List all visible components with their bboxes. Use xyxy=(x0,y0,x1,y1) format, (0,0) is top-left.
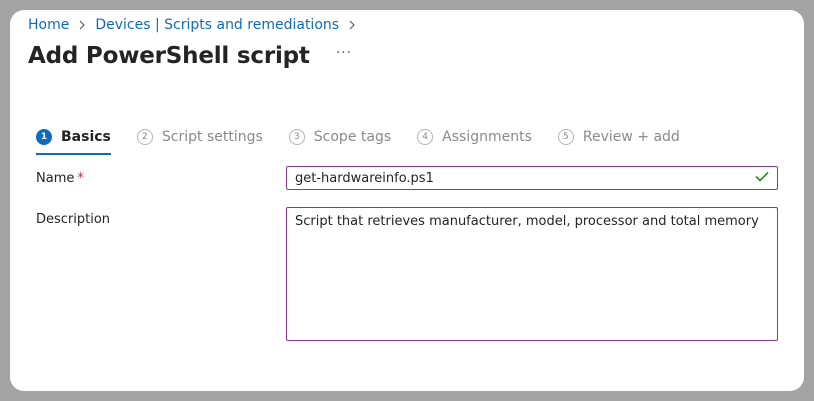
step-number: 4 xyxy=(417,129,434,145)
step-label: Script settings xyxy=(161,129,263,145)
chevron-right-icon xyxy=(78,20,86,30)
title-row: Add PowerShell script ··· xyxy=(28,43,352,69)
step-assignments[interactable]: 4 Assignments xyxy=(417,126,532,148)
required-marker: * xyxy=(77,171,84,186)
step-number: 5 xyxy=(557,129,574,145)
description-textarea[interactable]: Script that retrieves manufacturer, mode… xyxy=(286,207,778,341)
chevron-right-icon xyxy=(348,20,356,30)
blade-card: Home Devices | Scripts and remediations … xyxy=(10,10,804,391)
checkmark-icon xyxy=(755,171,769,186)
name-label: Name * xyxy=(36,171,84,186)
breadcrumb-home-link[interactable]: Home xyxy=(28,17,69,33)
description-label: Description xyxy=(36,212,111,227)
wizard-steps: 1 Basics 2 Script settings 3 Scope tags … xyxy=(36,126,706,155)
breadcrumb: Home Devices | Scripts and remediations xyxy=(28,17,365,33)
step-number: 2 xyxy=(136,129,153,145)
step-basics[interactable]: 1 Basics xyxy=(36,126,111,155)
page-title: Add PowerShell script xyxy=(28,43,310,69)
step-number: 1 xyxy=(36,129,52,145)
step-label: Scope tags xyxy=(313,129,392,145)
step-review-add[interactable]: 5 Review + add xyxy=(557,126,680,148)
breadcrumb-devices-link[interactable]: Devices | Scripts and remediations xyxy=(95,17,339,33)
name-label-text: Name xyxy=(36,171,75,186)
step-label: Basics xyxy=(61,129,111,145)
step-label: Assignments xyxy=(442,129,532,145)
more-options-button[interactable]: ··· xyxy=(336,45,352,61)
name-input[interactable]: get-hardwareinfo.ps1 xyxy=(286,166,778,190)
step-scope-tags[interactable]: 3 Scope tags xyxy=(288,126,392,148)
step-script-settings[interactable]: 2 Script settings xyxy=(136,126,263,148)
step-number: 3 xyxy=(288,129,305,145)
step-label: Review + add xyxy=(582,129,680,145)
name-input-value: get-hardwareinfo.ps1 xyxy=(295,170,434,186)
